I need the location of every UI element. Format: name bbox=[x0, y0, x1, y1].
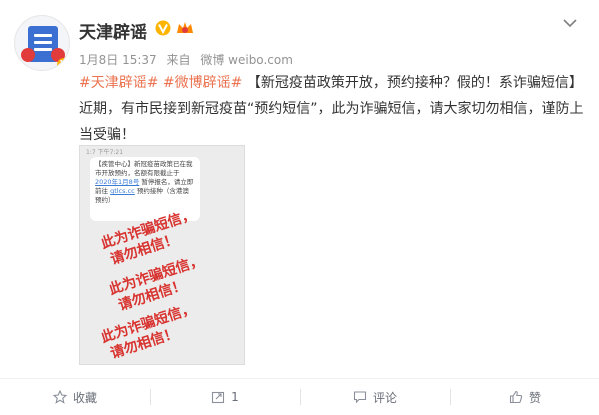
favorite-button[interactable]: 收藏 bbox=[0, 379, 150, 415]
star-icon bbox=[52, 390, 67, 404]
thumbs-up-icon bbox=[509, 390, 523, 404]
post-image[interactable]: 1:7 下午7:21 【疾管中心】新冠疫苗政策已在我市开放预约，名额有限截止于 … bbox=[79, 145, 245, 365]
user-avatar[interactable]: V bbox=[14, 15, 70, 71]
favorite-label: 收藏 bbox=[72, 390, 97, 405]
post-meta: 1月8日 15:37 来自 微博 weibo.com bbox=[79, 51, 299, 68]
post-content: #天津辟谣# #微博辟谣# 【新冠疫苗政策开放，预约接种？假的！系诈骗短信】 近… bbox=[79, 70, 589, 148]
post-title: 【新冠疫苗政策开放，预约接种？假的！系诈骗短信】 bbox=[246, 75, 583, 91]
post-source[interactable]: 微博 weibo.com bbox=[200, 53, 293, 67]
post-date[interactable]: 1月8日 15:37 bbox=[79, 53, 157, 67]
comment-button[interactable]: 评论 bbox=[300, 379, 450, 415]
avatar-glove-left bbox=[21, 48, 35, 62]
source-prefix: 来自 bbox=[166, 53, 191, 67]
weibo-post-card: V 天津辟谣 1月8日 15:37 来自 微博 weibo.com #天津辟谣#… bbox=[0, 0, 599, 415]
vip-crown-icon bbox=[177, 22, 193, 33]
phone-status-bar: 1:7 下午7:21 bbox=[86, 149, 124, 156]
fraud-stamp: 此为诈骗短信， 请勿相信！ bbox=[99, 300, 203, 364]
like-button[interactable]: 赞 bbox=[450, 379, 599, 415]
verified-v-icon bbox=[155, 20, 171, 36]
hashtag-weibo[interactable]: #微博辟谣# bbox=[163, 75, 242, 91]
sms-date: 2020年1月8号 bbox=[95, 178, 140, 186]
chevron-down-icon[interactable] bbox=[563, 18, 577, 28]
hashtag-tianjin[interactable]: #天津辟谣# bbox=[79, 75, 158, 91]
sms-link: gtlcs.cc bbox=[110, 187, 135, 195]
avatar-verified-badge-icon: V bbox=[57, 58, 69, 70]
post-body: 近期，有市民接到新冠疫苗“预约短信”，此为诈骗短信，请大家切勿相信，谨防上当受骗… bbox=[79, 101, 584, 143]
comment-label: 评论 bbox=[372, 390, 397, 405]
repost-count: 1 bbox=[231, 390, 239, 404]
user-name[interactable]: 天津辟谣 bbox=[79, 18, 147, 43]
sms-text-1: 【疾管中心】新冠疫苗政策已在我市开放预约，名额有限截止于 bbox=[95, 160, 193, 177]
repost-button[interactable]: 1 bbox=[150, 379, 300, 415]
repost-icon bbox=[212, 391, 225, 404]
comment-icon bbox=[353, 391, 367, 404]
like-label: 赞 bbox=[528, 390, 541, 405]
